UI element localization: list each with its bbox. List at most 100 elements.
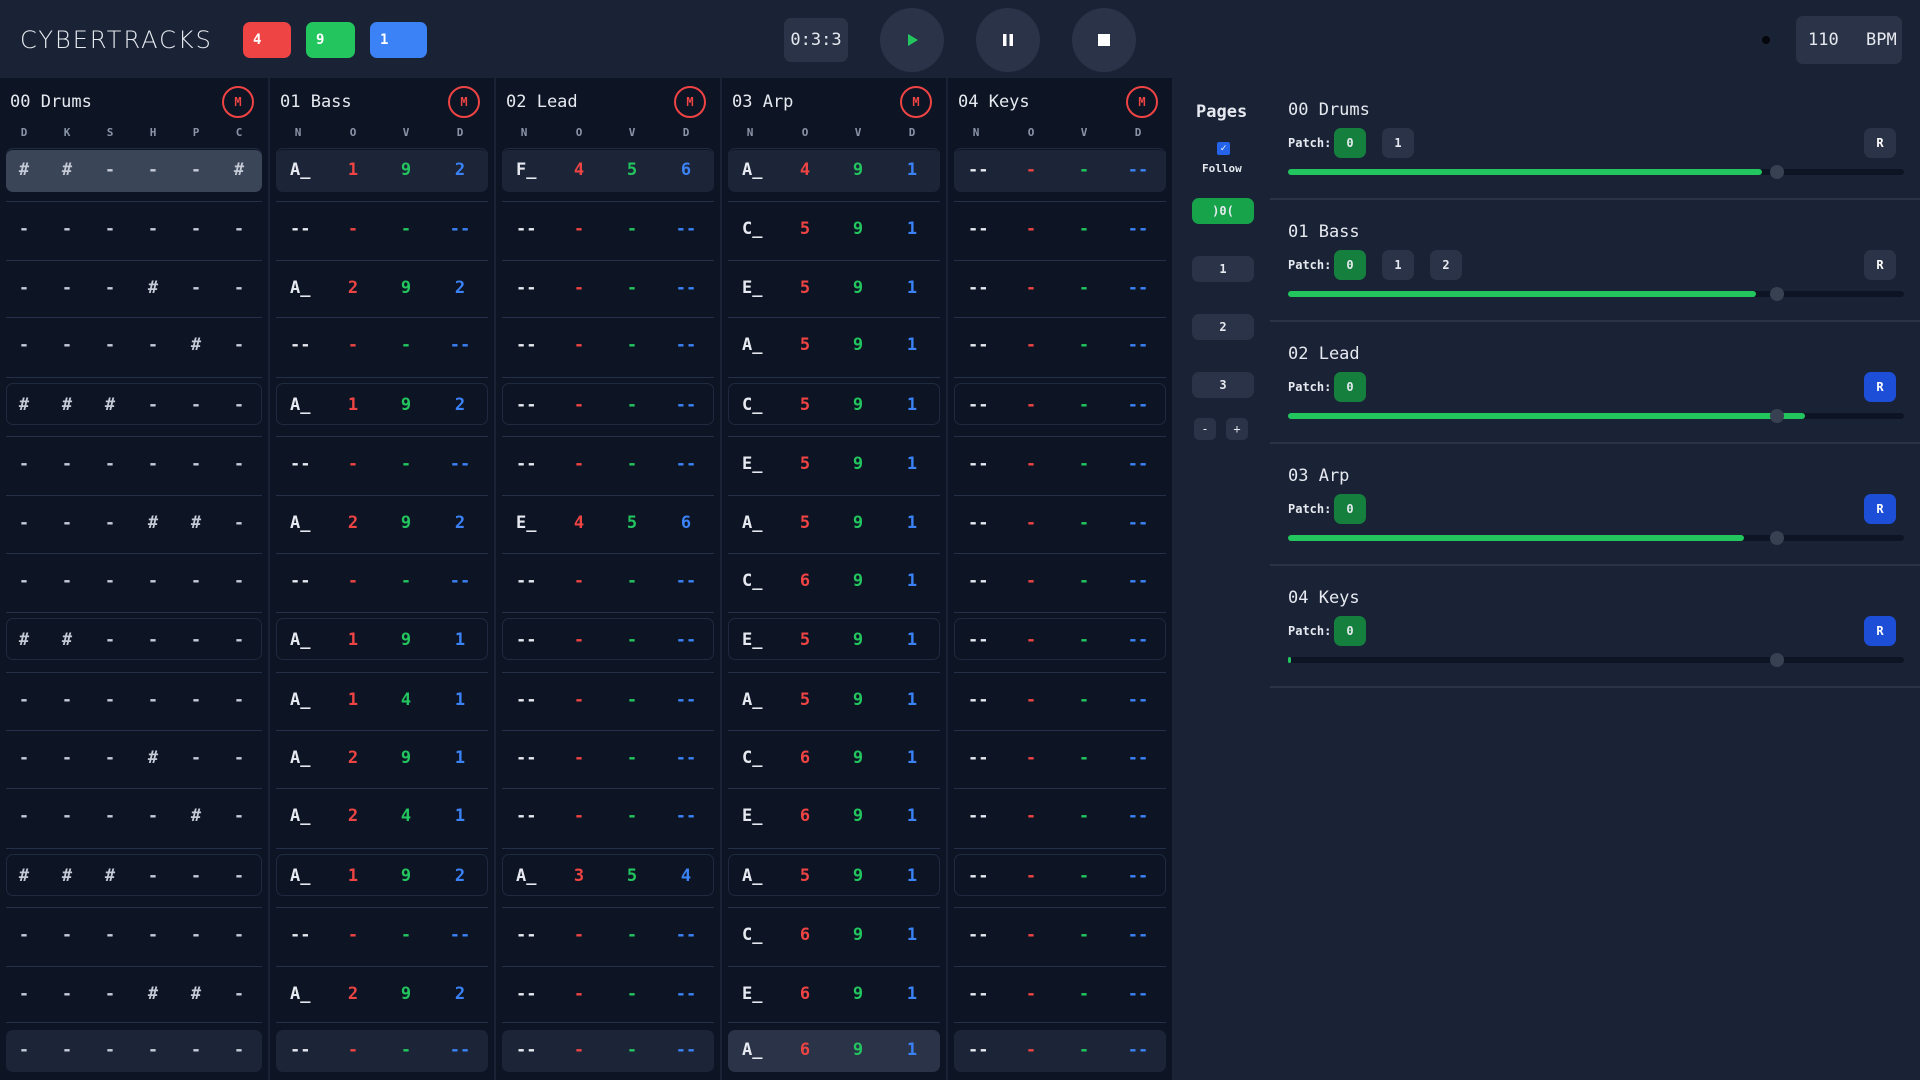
step-cell[interactable]: 6 bbox=[790, 1040, 820, 1060]
step-cell[interactable]: 5 bbox=[790, 630, 820, 650]
follow-checkbox[interactable]: ✓ bbox=[1217, 142, 1230, 155]
step-cell[interactable]: - bbox=[95, 690, 125, 710]
step-cell[interactable]: -- bbox=[968, 748, 998, 768]
step-cell[interactable]: - bbox=[338, 335, 368, 355]
step-cell[interactable]: 1 bbox=[897, 630, 927, 650]
step-cell[interactable]: - bbox=[52, 925, 82, 945]
remove-page-button[interactable]: - bbox=[1194, 418, 1216, 440]
step-cell[interactable]: 9 bbox=[843, 1040, 873, 1060]
step-cell[interactable]: 5 bbox=[790, 513, 820, 533]
step-cell[interactable]: - bbox=[224, 571, 254, 591]
step-cell[interactable]: E_ bbox=[742, 278, 772, 298]
step-cell[interactable]: 1 bbox=[897, 219, 927, 239]
step-cell[interactable]: 1 bbox=[897, 806, 927, 826]
step-cell[interactable]: -- bbox=[671, 925, 701, 945]
step-cell[interactable]: 9 bbox=[391, 278, 421, 298]
step-cell[interactable]: -- bbox=[968, 1040, 998, 1060]
step-cell[interactable]: - bbox=[95, 513, 125, 533]
step-cell[interactable]: - bbox=[1016, 571, 1046, 591]
step-cell[interactable]: - bbox=[617, 335, 647, 355]
step-cell[interactable]: A_ bbox=[290, 630, 320, 650]
step-cell[interactable]: - bbox=[617, 219, 647, 239]
step-cell[interactable]: -- bbox=[290, 454, 320, 474]
step-cell[interactable]: -- bbox=[1123, 513, 1153, 533]
step-cell[interactable]: - bbox=[1069, 806, 1099, 826]
play-button[interactable] bbox=[880, 8, 944, 72]
step-cell[interactable]: 6 bbox=[790, 748, 820, 768]
step-cell[interactable]: - bbox=[391, 571, 421, 591]
step-cell[interactable]: - bbox=[1069, 630, 1099, 650]
step-cell[interactable]: - bbox=[224, 395, 254, 415]
step-cell[interactable]: 4 bbox=[391, 690, 421, 710]
step-cell[interactable]: - bbox=[95, 806, 125, 826]
step-cell[interactable]: A_ bbox=[290, 278, 320, 298]
step-cell[interactable]: -- bbox=[1123, 571, 1153, 591]
step-cell[interactable]: A_ bbox=[742, 335, 772, 355]
step-cell[interactable]: - bbox=[1016, 219, 1046, 239]
step-cell[interactable]: -- bbox=[516, 454, 546, 474]
step-cell[interactable]: - bbox=[1069, 395, 1099, 415]
step-cell[interactable]: - bbox=[1069, 866, 1099, 886]
step-cell[interactable]: 4 bbox=[790, 160, 820, 180]
step-cell[interactable]: A_ bbox=[290, 395, 320, 415]
volume-slider[interactable] bbox=[1288, 531, 1904, 545]
step-cell[interactable]: 9 bbox=[391, 630, 421, 650]
step-cell[interactable]: A_ bbox=[290, 748, 320, 768]
step-cell[interactable]: - bbox=[617, 630, 647, 650]
bpm-control[interactable]: 110 BPM bbox=[1796, 16, 1902, 64]
mute-button[interactable]: M bbox=[674, 86, 706, 118]
step-cell[interactable]: 9 bbox=[843, 690, 873, 710]
page-button-2[interactable]: 2 bbox=[1192, 314, 1254, 340]
step-cell[interactable]: -- bbox=[516, 630, 546, 650]
volume-slider-knob[interactable] bbox=[1770, 653, 1784, 667]
step-cell[interactable]: -- bbox=[671, 748, 701, 768]
patch-button[interactable]: 0 bbox=[1334, 372, 1366, 402]
step-cell[interactable]: # bbox=[181, 806, 211, 826]
volume-slider-knob[interactable] bbox=[1770, 531, 1784, 545]
step-cell[interactable]: - bbox=[1016, 690, 1046, 710]
step-cell[interactable]: 9 bbox=[843, 454, 873, 474]
step-cell[interactable]: - bbox=[224, 984, 254, 1004]
step-cell[interactable]: -- bbox=[290, 571, 320, 591]
step-cell[interactable]: 1 bbox=[445, 630, 475, 650]
step-cell[interactable]: - bbox=[1069, 748, 1099, 768]
step-cell[interactable]: 1 bbox=[897, 1040, 927, 1060]
step-cell[interactable]: -- bbox=[671, 806, 701, 826]
step-cell[interactable]: 9 bbox=[391, 160, 421, 180]
step-cell[interactable]: 9 bbox=[391, 513, 421, 533]
step-cell[interactable]: - bbox=[52, 1040, 82, 1060]
step-cell[interactable]: - bbox=[1016, 806, 1046, 826]
step-cell[interactable]: 1 bbox=[897, 984, 927, 1004]
step-cell[interactable]: 2 bbox=[445, 984, 475, 1004]
step-cell[interactable]: -- bbox=[671, 219, 701, 239]
step-cell[interactable]: # bbox=[52, 160, 82, 180]
step-cell[interactable]: - bbox=[95, 454, 125, 474]
volume-slider-knob[interactable] bbox=[1770, 287, 1784, 301]
step-cell[interactable]: - bbox=[224, 454, 254, 474]
step-cell[interactable]: - bbox=[9, 278, 39, 298]
step-cell[interactable]: -- bbox=[1123, 454, 1153, 474]
step-cell[interactable]: - bbox=[617, 278, 647, 298]
step-cell[interactable]: - bbox=[181, 160, 211, 180]
step-cell[interactable]: -- bbox=[516, 335, 546, 355]
step-cell[interactable]: -- bbox=[671, 278, 701, 298]
volume-slider[interactable] bbox=[1288, 409, 1904, 423]
step-cell[interactable]: E_ bbox=[742, 984, 772, 1004]
step-cell[interactable]: - bbox=[391, 925, 421, 945]
step-cell[interactable]: -- bbox=[671, 630, 701, 650]
step-cell[interactable]: # bbox=[138, 748, 168, 768]
step-cell[interactable]: 1 bbox=[338, 395, 368, 415]
step-cell[interactable]: C_ bbox=[742, 395, 772, 415]
step-cell[interactable]: A_ bbox=[290, 513, 320, 533]
step-cell[interactable]: - bbox=[224, 748, 254, 768]
step-cell[interactable]: # bbox=[95, 395, 125, 415]
step-cell[interactable]: - bbox=[95, 748, 125, 768]
step-cell[interactable]: - bbox=[1016, 748, 1046, 768]
step-cell[interactable]: -- bbox=[671, 335, 701, 355]
step-cell[interactable]: 1 bbox=[897, 748, 927, 768]
step-cell[interactable]: - bbox=[1069, 690, 1099, 710]
step-cell[interactable]: - bbox=[224, 690, 254, 710]
volume-slider[interactable] bbox=[1288, 653, 1904, 667]
step-cell[interactable]: E_ bbox=[742, 630, 772, 650]
step-cell[interactable]: 1 bbox=[897, 454, 927, 474]
